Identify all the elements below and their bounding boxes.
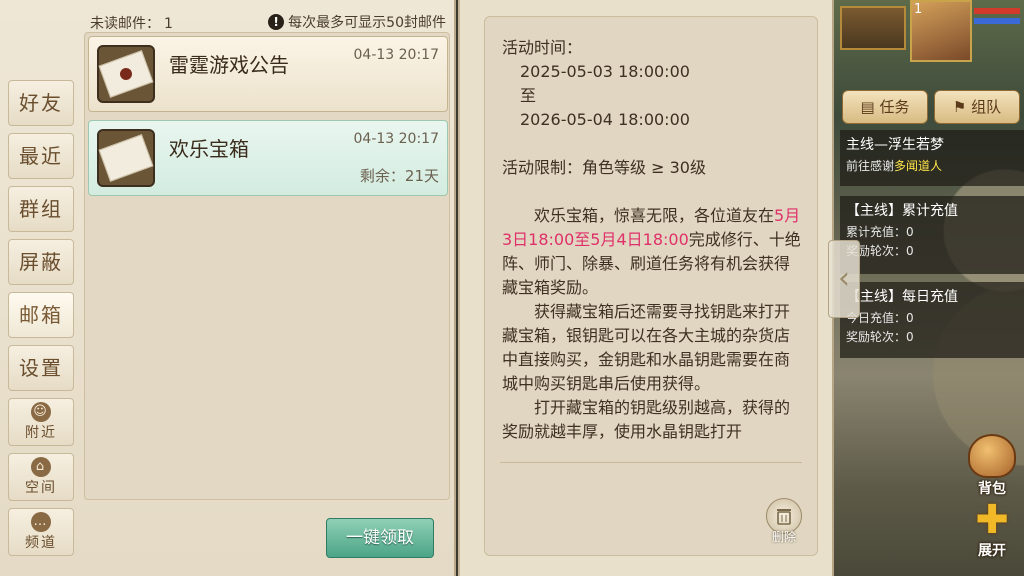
mail-remaining-days: 剩余：21天: [359, 167, 439, 185]
bag-button[interactable]: 背包: [964, 434, 1020, 497]
unread-mail-count: 未读邮件： 1: [90, 16, 173, 32]
player-level: 1: [914, 2, 923, 17]
mail-item-treasure-box[interactable]: 欢乐宝箱 04-13 20:17 剩余：21天: [88, 120, 448, 196]
hud-buff-slot[interactable]: [840, 6, 906, 50]
quest-reward-rounds: 奖励轮次：0: [846, 330, 914, 344]
chat-bubble-icon: …: [31, 512, 51, 532]
home-icon: ⌂: [31, 457, 51, 477]
quest-daily-recharge[interactable]: 【主线】每日充值 今日充值：0 奖励轮次：0: [840, 282, 1024, 358]
tab-space-label: 空间: [25, 480, 57, 496]
mail-item-announcement[interactable]: 雷霆游戏公告 04-13 20:17: [88, 36, 448, 112]
quest-tab-label: 任务: [879, 98, 910, 116]
exclamation-icon: !: [268, 14, 285, 30]
team-tab[interactable]: ⚑ 组队: [934, 90, 1020, 124]
delete-button[interactable]: 删除: [764, 498, 804, 544]
tab-friends[interactable]: 好友: [8, 80, 74, 126]
bag-icon: [968, 434, 1016, 478]
mail-time: 04-13 20:17: [353, 131, 439, 147]
quest-progress: 累计充值：0: [846, 225, 914, 239]
chevron-left-icon: ‹: [838, 261, 850, 296]
mp-bar: [974, 18, 1020, 24]
team-flag-icon: ⚑: [952, 98, 972, 116]
social-tabs: 好友 最近 群组 屏蔽 邮箱 设置 ☺ 附近 ⌂ 空间 … 频道: [8, 80, 78, 563]
detail-divider: [500, 462, 802, 463]
quest-cumulative-recharge[interactable]: 【主线】累计充值 累计充值：0 奖励轮次：0: [840, 196, 1024, 274]
tab-recent[interactable]: 最近: [8, 133, 74, 179]
mail-title: 欢乐宝箱: [169, 137, 249, 161]
event-paragraph-1: 欢乐宝箱，惊喜无限，各位道友在5月3日18:00至5月4日18:00完成修行、十…: [502, 206, 801, 297]
event-end-time: 2026-05-04 18:00:00: [520, 110, 690, 129]
mail-title: 雷霆游戏公告: [169, 53, 289, 77]
tab-channel-label: 频道: [25, 535, 57, 551]
opened-letter-icon: [97, 129, 155, 187]
tab-nearby[interactable]: ☺ 附近: [8, 398, 74, 446]
tab-settings[interactable]: 设置: [8, 345, 74, 391]
sealed-envelope-icon: [97, 45, 155, 103]
quest-progress: 今日充值：0: [846, 311, 914, 325]
expand-label: 展开: [978, 543, 1006, 559]
quest-title: 【主线】累计充值: [846, 203, 958, 219]
hp-bar: [974, 8, 1020, 14]
collapse-panel-button[interactable]: ‹: [828, 240, 860, 318]
delete-label: 删除: [771, 530, 796, 544]
quest-scroll-icon: ▤: [860, 98, 880, 116]
nearby-person-icon: ☺: [31, 402, 51, 422]
tab-space[interactable]: ⌂ 空间: [8, 453, 74, 501]
tab-channel[interactable]: … 频道: [8, 508, 74, 556]
mailbox-header: 未读邮件： 1 ! 每次最多可显示50封邮件: [90, 10, 450, 34]
event-to: 至: [520, 86, 537, 105]
quest-npc-link: 多闻道人: [894, 159, 943, 173]
mail-time: 04-13 20:17: [353, 47, 439, 63]
quest-objective: 前往感谢多闻道人: [846, 159, 943, 173]
quest-tab[interactable]: ▤ 任务: [842, 90, 928, 124]
event-paragraph-2: 获得藏宝箱后还需要寻找钥匙来打开藏宝箱，银钥匙可以在各大主城的杂货店中直接购买，…: [502, 302, 791, 393]
tab-nearby-label: 附近: [25, 425, 57, 441]
tab-blocked[interactable]: 屏蔽: [8, 239, 74, 285]
event-start-time: 2025-05-03 18:00:00: [520, 62, 690, 81]
quest-title: 【主线】每日充值: [846, 289, 958, 305]
tab-groups[interactable]: 群组: [8, 186, 74, 232]
team-tab-label: 组队: [971, 98, 1002, 116]
mail-detail-content[interactable]: 活动时间： 2025-05-03 18:00:00 至 2026-05-04 1…: [502, 36, 802, 460]
event-paragraph-3: 打开藏宝箱的钥匙级别越高，获得的奖励就越丰厚，使用水晶钥匙打开: [502, 398, 791, 441]
bag-label: 背包: [978, 481, 1006, 497]
event-time-label: 活动时间：: [502, 38, 583, 57]
quest-main-story[interactable]: 主线—浮生若梦 前往感谢多闻道人: [840, 130, 1024, 186]
claim-all-button[interactable]: 一键领取: [326, 518, 434, 558]
mail-limit-notice: ! 每次最多可显示50封邮件: [268, 12, 446, 32]
plus-icon: ✚: [975, 497, 1009, 543]
event-limit: 活动限制：角色等级 ≥ 30级: [502, 158, 706, 177]
quest-title: 主线—浮生若梦: [846, 137, 944, 153]
tab-mailbox[interactable]: 邮箱: [8, 292, 74, 338]
quest-reward-rounds: 奖励轮次：0: [846, 244, 914, 258]
expand-button[interactable]: ✚ 展开: [964, 500, 1020, 562]
